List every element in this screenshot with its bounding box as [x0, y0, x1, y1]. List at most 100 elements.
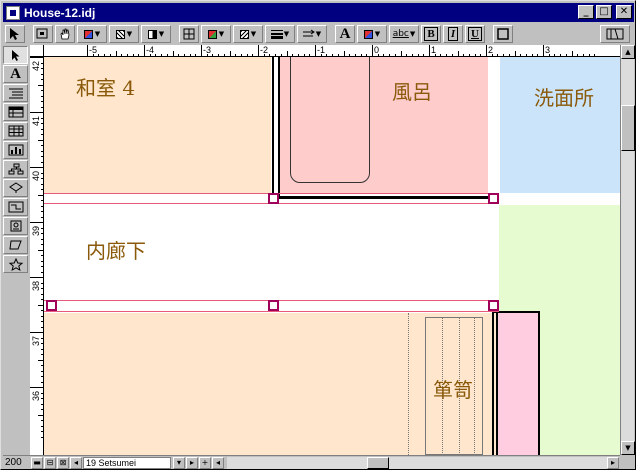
hand-tool-button[interactable] [55, 25, 75, 43]
arrowhead-button[interactable]: ▼ [297, 25, 327, 43]
vertical-scrollbar[interactable]: ▲ ▼ [620, 45, 635, 455]
wall-segment[interactable] [278, 57, 280, 199]
selection-handle[interactable] [268, 300, 279, 311]
ruler-major-tick [30, 57, 43, 58]
maximize-button[interactable]: □ [596, 5, 612, 19]
room-closet[interactable] [496, 313, 540, 455]
room-senmenjo[interactable] [500, 57, 620, 193]
drawing-canvas[interactable]: 和室 4 風呂 洗面所 内廊下 箪笥 [44, 57, 620, 455]
wall-segment[interactable] [492, 307, 494, 455]
page-nav-button[interactable]: ⊠ [57, 456, 69, 469]
room-label-furo[interactable]: 風呂 [392, 81, 432, 103]
closet-guide [474, 317, 475, 455]
outline-tool-button[interactable] [3, 84, 28, 102]
room-label-uchirouka[interactable]: 内廊下 [86, 240, 146, 262]
wall-segment[interactable] [272, 57, 274, 199]
scroll-left-button[interactable]: ◂ [212, 456, 224, 469]
wall-segment[interactable] [494, 311, 540, 313]
selection-handle[interactable] [46, 300, 57, 311]
size-grip[interactable] [620, 455, 634, 469]
ruler-label: 41 [31, 115, 41, 126]
arrowhead-icon [302, 29, 315, 37]
close-button[interactable]: ✕ [616, 5, 632, 19]
library-button[interactable] [600, 25, 630, 43]
dropdown-arrow-icon: ▼ [218, 30, 225, 38]
ruler-label: 36 [31, 390, 41, 401]
window-title: House-12.idj [24, 5, 96, 20]
next-layer-button[interactable]: ▸ [186, 456, 198, 469]
wall-segment[interactable] [496, 311, 498, 455]
horizontal-ruler[interactable]: -5 -4 -3 -2 -1 0 1 2 3 [44, 45, 620, 57]
spreadsheet-tool-button[interactable] [3, 103, 28, 121]
horizontal-scroll-thumb[interactable] [367, 456, 389, 469]
org-chart-tool-button[interactable] [3, 160, 28, 178]
text-style-button[interactable]: abc ▼ [389, 25, 419, 43]
flowchart-tool-button[interactable] [3, 179, 28, 197]
vertical-ruler[interactable]: 42 41 40 39 38 37 36 [30, 57, 44, 455]
room-label-senmenjo[interactable]: 洗面所 [534, 87, 594, 109]
ruler-major-tick [30, 167, 43, 168]
prev-layer-button[interactable]: ◂ [70, 456, 82, 469]
scroll-down-button[interactable]: ▼ [621, 441, 635, 455]
add-layer-button[interactable]: + [199, 456, 211, 469]
layer-dropdown-button[interactable]: ▾ [173, 456, 185, 469]
fill-color-button[interactable]: ▼ [201, 25, 231, 43]
horizontal-scrollbar[interactable] [227, 456, 607, 469]
window-controls: _ □ ✕ [578, 5, 632, 19]
layer-selector[interactable]: 19 Setsumei [83, 456, 171, 469]
ruler-major-tick [30, 222, 43, 223]
room-label-tansu[interactable]: 箪笥 [433, 379, 473, 401]
wall-segment[interactable] [278, 196, 492, 199]
text-tool-button-side[interactable]: A [3, 65, 28, 83]
org-chart-icon [8, 163, 23, 175]
scroll-right-button[interactable]: ▸ [607, 456, 619, 469]
chart-tool-button[interactable] [3, 141, 28, 159]
hatch-pattern-icon [239, 29, 249, 39]
ruler-label: 40 [31, 170, 41, 181]
ruler-major-tick [486, 45, 487, 56]
underline-label: U [468, 27, 482, 41]
star-tool-button[interactable] [3, 255, 28, 273]
wall-segment[interactable] [538, 311, 540, 455]
ruler-label: 39 [31, 225, 41, 236]
pattern-button[interactable]: ▼ [109, 25, 139, 43]
underline-button[interactable]: U [465, 25, 485, 43]
selection-handle[interactable] [488, 300, 499, 311]
frame-button[interactable] [493, 25, 513, 43]
selection-handle[interactable] [268, 193, 279, 204]
shadow-button[interactable]: ▼ [141, 25, 171, 43]
italic-button[interactable]: I [443, 25, 463, 43]
selection-handle[interactable] [488, 193, 499, 204]
text-tool-button[interactable]: A [335, 25, 355, 43]
text-tool-glyph: A [339, 25, 351, 42]
scroll-up-button[interactable]: ▲ [621, 45, 635, 59]
dropdown-arrow-icon: ▼ [94, 30, 101, 38]
bathtub-outline[interactable] [290, 57, 370, 183]
select-tool-button[interactable] [3, 46, 28, 64]
zoom-out-button[interactable]: ▬ [31, 456, 43, 469]
application-window: House-12.idj _ □ ✕ ▼ ▼ ▼ ▼ ▼ ▼ ▼ A ▼ abc… [0, 0, 636, 470]
dropdown-arrow-icon: ▼ [409, 30, 416, 38]
room-label-washitsu[interactable]: 和室 4 [76, 77, 135, 99]
vertical-scroll-thumb[interactable] [621, 105, 635, 151]
ruler-major-tick [144, 45, 145, 56]
arrow-tool-button[interactable] [5, 25, 25, 43]
minimize-button[interactable]: _ [578, 5, 594, 19]
document-icon[interactable] [6, 5, 20, 20]
fill-pattern-button[interactable]: ▼ [233, 25, 263, 43]
grid-button[interactable] [179, 25, 199, 43]
image-tool-button[interactable] [3, 217, 28, 235]
object-select-button[interactable] [33, 25, 53, 43]
line-weight-button[interactable]: ▼ [265, 25, 295, 43]
table-tool-button[interactable] [3, 122, 28, 140]
line-color-button[interactable]: ▼ [77, 25, 107, 43]
ruler-major-tick [543, 45, 544, 56]
page-view-button[interactable]: ⊟ [44, 456, 56, 469]
bold-button[interactable]: B [421, 25, 441, 43]
text-color-button[interactable]: ▼ [357, 25, 387, 43]
connector-tool-button[interactable] [3, 198, 28, 216]
top-toolbar: ▼ ▼ ▼ ▼ ▼ ▼ ▼ A ▼ abc ▼ B I U [3, 23, 634, 45]
polygon-tool-button[interactable] [3, 236, 28, 254]
zoom-level[interactable]: 200 [3, 457, 31, 468]
dropdown-arrow-icon: ▼ [283, 30, 290, 38]
